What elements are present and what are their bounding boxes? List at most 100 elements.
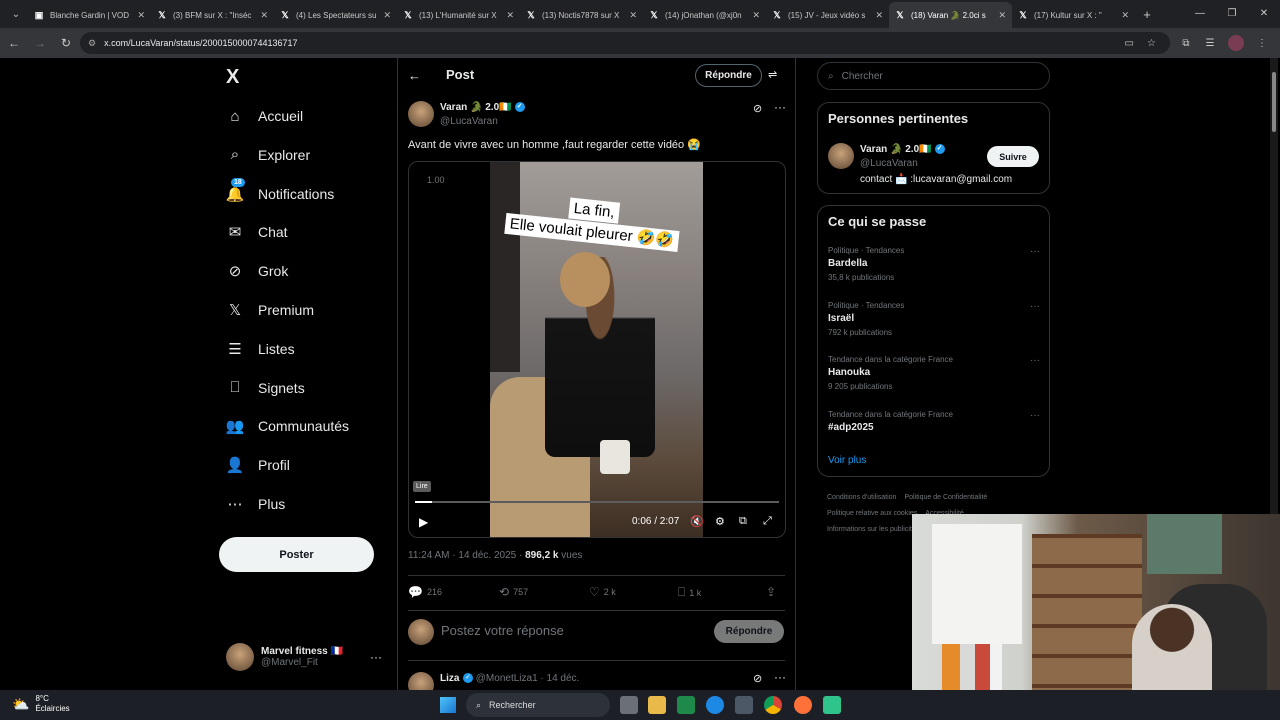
profile-avatar[interactable]	[1228, 35, 1244, 51]
tweet-timestamp[interactable]: 11:24 AM · 14 déc. 2025 ·	[408, 550, 525, 561]
more-icon[interactable]: ···	[1030, 355, 1040, 366]
firefox-icon[interactable]	[794, 696, 812, 714]
post-button[interactable]: Poster	[219, 537, 374, 572]
close-tab-icon[interactable]: ✕	[506, 10, 514, 21]
see-more-link[interactable]: Voir plus	[828, 455, 866, 466]
reply-action[interactable]: 💬 216	[408, 585, 442, 599]
reading-list-icon[interactable]: ☰	[1198, 38, 1222, 49]
reply-header-button[interactable]: Répondre	[695, 64, 762, 87]
video-frame[interactable]: La fin, Elle voulait pleurer 🤣🤣	[490, 162, 703, 537]
sidebar-item-listes[interactable]: ☰ Listes	[226, 333, 294, 365]
author-handle[interactable]: @LucaVaran	[440, 116, 498, 127]
repost-action[interactable]: ⟲ 757	[499, 585, 528, 599]
reply-input[interactable]: Postez votre réponse	[441, 623, 564, 638]
new-tab-button[interactable]: +	[1135, 7, 1159, 22]
relevant-name[interactable]: Varan 🐊 2.0🇨🇮 ✓	[860, 144, 945, 155]
task-view-icon[interactable]	[620, 696, 638, 714]
avatar[interactable]	[828, 143, 854, 169]
more-icon[interactable]: ···	[774, 100, 786, 114]
close-tab-icon[interactable]: ✕	[629, 10, 637, 21]
browser-tab[interactable]: 𝕏 (14) jOnathan (@xj0n ✕	[643, 2, 766, 28]
more-icon[interactable]: ···	[1030, 410, 1040, 421]
more-icon[interactable]: ···	[370, 650, 382, 664]
close-tab-icon[interactable]: ✕	[383, 10, 391, 21]
url-field[interactable]: ⚙ x.com/LucaVaran/status/200015000074413…	[80, 32, 1170, 54]
settings-icon[interactable]: ⚙	[715, 515, 725, 528]
close-window-icon[interactable]: ✕	[1248, 0, 1280, 28]
reply-author[interactable]: Liza	[440, 673, 459, 684]
sidebar-item-notifications[interactable]: 🔔 18 Notifications	[226, 177, 334, 210]
sidebar-item-premium[interactable]: 𝕏 Premium	[226, 294, 314, 326]
close-tab-icon[interactable]: ✕	[752, 10, 760, 21]
grok-icon[interactable]: ⊘	[753, 102, 762, 115]
trend-item[interactable]: Politique · Tendances Bardella 35,8 k publ…	[828, 246, 1040, 282]
windows-start-icon[interactable]	[440, 697, 456, 713]
browser-tab[interactable]: 𝕏 (15) JV - Jeux vidéo s ✕	[766, 2, 889, 28]
search-input[interactable]: ⌕ Chercher	[817, 62, 1050, 90]
restore-icon[interactable]: ❐	[1216, 0, 1248, 28]
back-icon[interactable]: ←	[2, 36, 26, 50]
video-progress-bar[interactable]	[415, 501, 779, 503]
bookmark-star-icon[interactable]: ☆	[1147, 38, 1156, 49]
more-icon[interactable]: ···	[774, 670, 786, 684]
reload-icon[interactable]: ↻	[54, 36, 78, 50]
close-tab-icon[interactable]: ✕	[1121, 10, 1129, 21]
footer-link[interactable]: Informations sur les publicités	[827, 526, 919, 533]
forward-icon[interactable]: →	[28, 36, 52, 50]
chrome-icon[interactable]	[764, 696, 782, 714]
reply-submit-button[interactable]: Répondre	[714, 620, 784, 643]
close-tab-icon[interactable]: ✕	[998, 10, 1006, 21]
browser-menu-icon[interactable]: ⋮	[1250, 38, 1274, 49]
grok-icon[interactable]: ⊘	[753, 672, 762, 685]
footer-link[interactable]: Politique de Confidentialité	[904, 494, 987, 501]
more-icon[interactable]: ···	[1030, 301, 1040, 312]
reply-tweet[interactable]: Liza ✓ @MonetLiza1 · 14 déc. ⊘ ···	[408, 670, 786, 690]
close-tab-icon[interactable]: ✕	[260, 10, 268, 21]
close-tab-icon[interactable]: ✕	[875, 10, 883, 21]
mute-icon[interactable]: 🔇	[690, 515, 704, 528]
author-name[interactable]: Varan 🐊 2.0🇨🇮 ✓	[440, 102, 525, 113]
edge-icon[interactable]	[706, 696, 724, 714]
sidebar-item-signets[interactable]: ⎕ Signets	[226, 372, 304, 404]
browser-tab[interactable]: ▣ Blanche Gardin | VOD ✕	[28, 2, 151, 28]
account-switcher[interactable]: Marvel fitness 🇫🇷 @Marvel_Fit ···	[226, 642, 386, 672]
tab-search-icon[interactable]: ⌄	[4, 4, 28, 24]
bookmark-action[interactable]: ⎕ 1 k	[678, 585, 701, 600]
scrollbar-thumb[interactable]	[1272, 72, 1276, 132]
author-avatar[interactable]	[408, 101, 434, 127]
sidebar-item-accueil[interactable]: ⌂ Accueil	[226, 100, 303, 132]
cast-icon[interactable]: ▭	[1125, 38, 1134, 49]
browser-tab[interactable]: 𝕏 (13) L'Humanité sur X ✕	[397, 2, 520, 28]
browser-tab[interactable]: 𝕏 (17) Kultur sur X : " ✕	[1012, 2, 1135, 28]
pip-icon[interactable]: ⧉	[739, 515, 747, 528]
filter-icon[interactable]: ⇌	[768, 68, 777, 81]
minimize-icon[interactable]: —	[1184, 0, 1216, 28]
store-icon[interactable]	[735, 696, 753, 714]
browser-tab[interactable]: 𝕏 (13) Noctis7878 sur X ✕	[520, 2, 643, 28]
back-arrow-icon[interactable]: ←	[408, 68, 421, 83]
sidebar-item-grok[interactable]: ⊘ Grok	[226, 255, 289, 287]
browser-tab[interactable]: 𝕏 (3) BFM sur X : "Inséc ✕	[151, 2, 274, 28]
footer-link[interactable]: Politique relative aux cookies	[827, 510, 917, 517]
footer-link[interactable]: Conditions d'utilisation	[827, 494, 896, 501]
browser-tab[interactable]: 𝕏 (18) Varan 🐊 2.0ci s ✕	[889, 2, 1012, 28]
video-player[interactable]: 1.00 La fin, Elle voulait pleurer 🤣🤣 Lir…	[408, 161, 786, 538]
nvidia-icon[interactable]	[677, 696, 695, 714]
follow-button[interactable]: Suivre	[987, 146, 1039, 167]
sidebar-item-profil[interactable]: 👤 Profil	[226, 449, 290, 481]
avatar[interactable]	[408, 672, 434, 690]
file-explorer-icon[interactable]	[648, 696, 666, 714]
play-icon[interactable]: ▶	[419, 515, 428, 529]
site-info-icon[interactable]: ⚙	[88, 38, 96, 49]
sidebar-item-chat[interactable]: ✉ Chat	[226, 216, 288, 248]
sidebar-item-communautés[interactable]: 👥 Communautés	[226, 410, 349, 442]
share-action[interactable]: ⇪	[766, 585, 780, 599]
like-action[interactable]: ♡ 2 k	[589, 585, 616, 599]
extensions-icon[interactable]: ⧉	[1174, 38, 1198, 49]
sidebar-item-explorer[interactable]: ⌕ Explorer	[226, 139, 310, 171]
taskbar-search[interactable]: ⌕ Rechercher	[466, 693, 610, 717]
app-icon[interactable]	[823, 696, 841, 714]
fullscreen-icon[interactable]: ⤢	[763, 515, 772, 528]
trend-item[interactable]: Tendance dans la catégorie France #adp202…	[828, 410, 1040, 433]
trend-item[interactable]: Tendance dans la catégorie France Hanouka…	[828, 355, 1040, 391]
